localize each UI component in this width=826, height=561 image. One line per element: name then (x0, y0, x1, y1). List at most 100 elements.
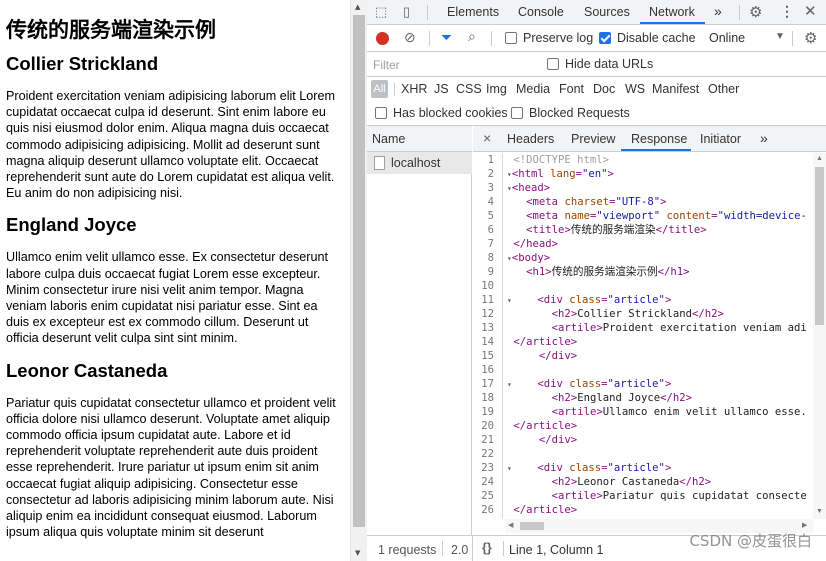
code-line: 22 (473, 447, 813, 461)
preserve-log-label[interactable]: Preserve log (523, 31, 593, 45)
hide-data-urls-label[interactable]: Hide data URLs (565, 57, 653, 71)
search-icon[interactable]: ⌕ (468, 28, 476, 45)
tab-headers[interactable]: Headers (507, 132, 554, 146)
code-line: 26 </article> (473, 503, 813, 517)
close-detail-icon[interactable]: × (483, 130, 491, 146)
request-name[interactable]: localhost (391, 156, 440, 170)
blocked-requests-label[interactable]: Blocked Requests (529, 106, 630, 120)
request-row[interactable]: localhost (367, 152, 472, 174)
request-list-header[interactable]: Name (367, 126, 472, 152)
scroll-up-icon[interactable]: ▲ (355, 3, 360, 11)
code-line: 3 ▾<head> (473, 181, 813, 195)
tab-initiator[interactable]: Initiator (700, 132, 741, 146)
line-number: 17 (473, 377, 503, 391)
line-number: 15 (473, 349, 503, 363)
preserve-log-checkbox[interactable] (505, 32, 517, 44)
scroll-down-icon[interactable]: ▼ (816, 508, 823, 515)
scrollbar-thumb[interactable] (815, 167, 824, 325)
page-scrollbar-thumb[interactable] (353, 15, 365, 527)
detail-tab-bar: × Headers Preview Response Initiator » (473, 126, 826, 152)
article-title: Collier Strickland (6, 53, 159, 74)
tab-sources[interactable]: Sources (584, 5, 630, 19)
code-line: 18 <h2>England Joyce</h2> (473, 391, 813, 405)
disable-cache-label[interactable]: Disable cache (617, 31, 696, 45)
has-blocked-cookies-checkbox[interactable] (375, 107, 387, 119)
page-scrollbar[interactable]: ▲ ▼ (350, 0, 367, 561)
scrollbar-thumb[interactable] (520, 522, 544, 530)
divider (442, 541, 443, 556)
line-number: 12 (473, 307, 503, 321)
devtools-tab-bar: ⬚ ▯ Elements Console Sources Network » ⚙… (367, 0, 826, 25)
type-filter-manifest[interactable]: Manifest (652, 82, 699, 96)
response-vertical-scrollbar[interactable]: ▲ ▼ (813, 153, 826, 519)
pretty-print-icon[interactable]: {} (482, 541, 492, 555)
column-name-header[interactable]: Name (372, 132, 405, 146)
inspect-element-icon[interactable]: ⬚ (375, 4, 387, 20)
code-line: 24 <h2>Leonor Castaneda</h2> (473, 475, 813, 489)
tab-response[interactable]: Response (631, 132, 687, 146)
type-filter-all[interactable]: All (371, 80, 388, 98)
blocked-requests-checkbox[interactable] (511, 107, 523, 119)
line-number: 26 (473, 503, 503, 517)
type-filter-media[interactable]: Media (516, 82, 550, 96)
close-icon[interactable]: ✕ (804, 2, 817, 20)
article: England Joyce Ullamco enim velit ullamco… (6, 213, 342, 346)
line-number: 8 (473, 251, 503, 265)
code-line: 6 <title>传统的服务端渲染</title> (473, 223, 813, 237)
code-line: 16 (473, 363, 813, 377)
code-line: 23 ▾ <div class="article"> (473, 461, 813, 475)
line-number: 1 (473, 153, 503, 167)
code-line: 4 <meta charset="UTF-8"> (473, 195, 813, 209)
response-source[interactable]: 1 <!DOCTYPE html> 2 ▾<html lang="en"> 3 ▾<he… (473, 153, 813, 519)
article-body: Proident exercitation veniam adipisicing… (6, 89, 335, 201)
line-number: 16 (473, 363, 503, 377)
divider (491, 31, 492, 46)
code-line: 5 <meta name="viewport" content="width=d… (473, 209, 813, 223)
type-filter-doc[interactable]: Doc (593, 82, 615, 96)
scroll-left-icon[interactable]: ◀ (508, 521, 513, 529)
type-filter-css[interactable]: CSS (456, 82, 482, 96)
watermark: CSDN @皮蛋很白 (689, 532, 812, 550)
throttling-select[interactable]: Online (709, 31, 745, 45)
type-filter-js[interactable]: JS (434, 82, 449, 96)
disable-cache-checkbox[interactable] (599, 32, 611, 44)
scroll-up-icon[interactable]: ▲ (816, 155, 823, 162)
line-number: 24 (473, 475, 503, 489)
device-toolbar-icon[interactable]: ▯ (403, 4, 410, 20)
type-filter-other[interactable]: Other (708, 82, 739, 96)
code-line: 21 </div> (473, 433, 813, 447)
type-filter-xhr[interactable]: XHR (401, 82, 427, 96)
active-detail-tab-indicator (621, 149, 691, 151)
more-tabs-icon[interactable]: » (714, 3, 722, 19)
scroll-down-icon[interactable]: ▼ (355, 549, 360, 557)
filter-icon[interactable]: ⏷ (441, 29, 452, 46)
line-number: 23 (473, 461, 503, 475)
record-icon[interactable] (376, 32, 389, 45)
chevron-down-icon[interactable]: ▼ (775, 31, 785, 42)
network-settings-gear-icon[interactable]: ⚙ (804, 29, 817, 47)
type-filter-ws[interactable]: WS (625, 82, 645, 96)
rendered-page: 传统的服务端渲染示例 Collier Strickland Proident e… (0, 0, 350, 561)
type-filter-font[interactable]: Font (559, 82, 584, 96)
hide-data-urls-checkbox[interactable] (547, 58, 559, 70)
code-line: 10 (473, 279, 813, 293)
tab-elements[interactable]: Elements (447, 5, 499, 19)
type-filter-img[interactable]: Img (486, 82, 507, 96)
scroll-right-icon[interactable]: ▶ (802, 521, 807, 529)
filter-input[interactable] (369, 56, 535, 74)
line-number: 7 (473, 237, 503, 251)
more-detail-tabs-icon[interactable]: » (760, 130, 768, 146)
line-number: 10 (473, 279, 503, 293)
divider (503, 541, 504, 556)
has-blocked-cookies-label[interactable]: Has blocked cookies (393, 106, 508, 120)
tab-preview[interactable]: Preview (571, 132, 615, 146)
clear-icon[interactable]: ⊘ (404, 29, 416, 46)
code-line: 2 ▾<html lang="en"> (473, 167, 813, 181)
tab-console[interactable]: Console (518, 5, 564, 19)
divider (427, 5, 428, 20)
code-line: 14 </article> (473, 335, 813, 349)
tab-network[interactable]: Network (649, 5, 695, 19)
more-options-icon[interactable]: ⋮ (780, 3, 794, 20)
gear-icon[interactable]: ⚙ (749, 3, 762, 21)
line-number: 6 (473, 223, 503, 237)
